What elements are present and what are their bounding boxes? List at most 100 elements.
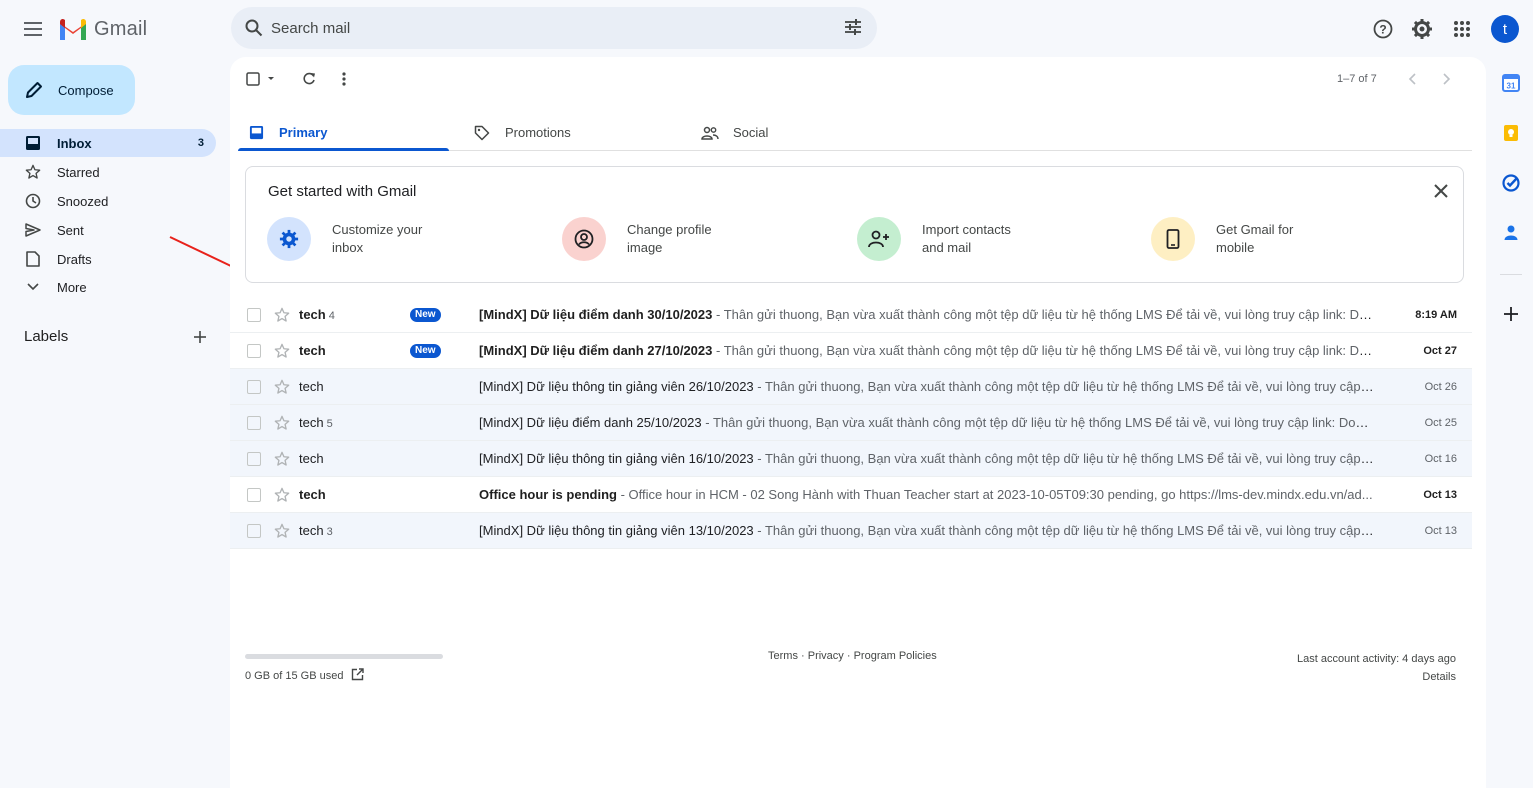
email-subject: [MindX] Dữ liệu điểm danh 27/10/2023 <box>479 343 713 358</box>
email-row[interactable]: tech 3 [MindX] Dữ liệu thông tin giảng viê… <box>230 513 1472 549</box>
sidebar-item-snoozed[interactable]: Snoozed <box>0 187 216 215</box>
pencil-icon <box>26 82 42 98</box>
card-title: Get started with Gmail <box>268 183 417 200</box>
get-started-import-contacts[interactable]: Import contacts and mail <box>857 217 1042 261</box>
sender-label: tech <box>299 343 326 358</box>
email-snippet: - Thân gửi thuong, Bạn vừa xuất thành cô… <box>712 343 1374 358</box>
settings-gear-icon[interactable] <box>1410 17 1434 41</box>
email-snippet: - Office hour in HCM - 02 Song Hành with… <box>616 487 1373 502</box>
select-all-checkbox[interactable] <box>246 71 280 87</box>
account-activity: Last account activity: 4 days ago Detail… <box>1297 650 1456 686</box>
get-started-change-profile-image[interactable]: Change profile image <box>562 217 747 261</box>
sidebar-item-inbox[interactable]: Inbox 3 <box>0 129 216 157</box>
calendar-icon[interactable]: 31 <box>1500 72 1522 94</box>
sender-label: tech <box>299 415 324 430</box>
email-date: Oct 26 <box>1424 380 1457 393</box>
email-date: Oct 27 <box>1423 344 1457 357</box>
program-policies-link[interactable]: Program Policies <box>854 650 937 662</box>
storage-text: 0 GB of 15 GB used <box>245 670 344 682</box>
privacy-link[interactable]: Privacy <box>808 650 844 662</box>
mail-panel: 1–7 of 7 Primary Promotions Social Get s… <box>230 57 1486 788</box>
email-row[interactable]: tech [MindX] Dữ liệu thông tin giảng viên… <box>230 441 1472 477</box>
tab-promotions[interactable]: Promotions <box>473 114 571 151</box>
compose-button[interactable]: Compose <box>8 65 135 115</box>
search-bar[interactable] <box>231 7 877 49</box>
gmail-m-icon <box>60 18 86 40</box>
keep-icon[interactable] <box>1500 122 1522 144</box>
get-started-gmail-mobile[interactable]: Get Gmail for mobile <box>1151 217 1336 261</box>
tasks-icon[interactable] <box>1500 172 1522 194</box>
sidebar-item-label: More <box>57 279 87 295</box>
email-date: 8:19 AM <box>1415 308 1457 321</box>
tab-label: Primary <box>279 125 328 140</box>
inbox-icon <box>24 134 42 152</box>
side-panel-divider <box>1500 274 1522 275</box>
sidebar-item-label: Drafts <box>57 251 92 267</box>
get-add-ons-icon[interactable] <box>1500 303 1522 325</box>
gmail-logo[interactable]: Gmail <box>58 16 147 42</box>
star-icon[interactable] <box>273 414 291 432</box>
star-icon[interactable] <box>273 450 291 468</box>
email-row[interactable]: tech 4 New [MindX] Dữ liệu điểm danh 30/10/… <box>230 297 1472 333</box>
last-activity-text: Last account activity: 4 days ago <box>1297 653 1456 665</box>
chevron-down-icon <box>24 278 42 296</box>
more-vert-icon[interactable] <box>336 70 352 88</box>
sender-name: tech 4 <box>299 307 335 322</box>
get-started-label: image <box>627 240 663 255</box>
email-row[interactable]: tech Office hour is pending - Office hour… <box>230 477 1472 513</box>
sidebar-item-starred[interactable]: Starred <box>0 158 216 186</box>
terms-link[interactable]: Terms <box>768 650 798 662</box>
help-icon[interactable]: ? <box>1371 17 1395 41</box>
apps-grid-icon[interactable] <box>1450 17 1474 41</box>
row-checkbox[interactable] <box>247 524 261 538</box>
search-input[interactable] <box>271 19 811 37</box>
email-row[interactable]: tech 5 [MindX] Dữ liệu điểm danh 25/10/202… <box>230 405 1472 441</box>
email-row[interactable]: tech [MindX] Dữ liệu thông tin giảng viên… <box>230 369 1472 405</box>
main-menu-button[interactable] <box>16 12 50 46</box>
search-options-icon[interactable] <box>843 17 863 42</box>
gear-icon <box>267 217 311 261</box>
prev-page-icon[interactable] <box>1404 71 1420 87</box>
contacts-icon[interactable] <box>1500 222 1522 244</box>
details-link[interactable]: Details <box>1297 668 1456 686</box>
row-checkbox[interactable] <box>247 380 261 394</box>
email-date: Oct 13 <box>1424 524 1457 537</box>
next-page-icon[interactable] <box>1439 71 1455 87</box>
svg-text:31: 31 <box>1507 82 1516 91</box>
sender-name: tech 3 <box>299 523 333 538</box>
get-started-customize-inbox[interactable]: Customize your inbox <box>267 217 452 261</box>
email-preview: [MindX] Dữ liệu điểm danh 25/10/2023 - T… <box>479 415 1374 430</box>
compose-label: Compose <box>58 82 114 98</box>
email-preview: [MindX] Dữ liệu thông tin giảng viên 13/… <box>479 523 1374 538</box>
labels-heading: Labels <box>24 328 69 345</box>
star-icon[interactable] <box>273 342 291 360</box>
row-checkbox[interactable] <box>247 344 261 358</box>
star-icon[interactable] <box>273 378 291 396</box>
row-checkbox[interactable] <box>247 416 261 430</box>
refresh-icon[interactable] <box>300 70 318 88</box>
separator: · <box>843 650 854 662</box>
app-name: Gmail <box>94 17 148 40</box>
tab-primary[interactable]: Primary <box>247 114 327 151</box>
open-in-new-icon[interactable] <box>351 668 365 684</box>
star-icon[interactable] <box>273 486 291 504</box>
get-started-label: mobile <box>1216 240 1255 255</box>
sender-name: tech 5 <box>299 415 333 430</box>
thread-count: 5 <box>326 418 333 430</box>
row-checkbox[interactable] <box>247 488 261 502</box>
star-icon[interactable] <box>273 522 291 540</box>
sidebar-item-label: Starred <box>57 164 100 180</box>
account-avatar[interactable]: t <box>1491 15 1519 43</box>
tab-social[interactable]: Social <box>701 114 768 151</box>
close-icon[interactable] <box>1432 182 1450 200</box>
add-label-icon[interactable] <box>190 327 210 347</box>
star-icon[interactable] <box>273 306 291 324</box>
get-started-label: inbox <box>332 240 364 255</box>
get-started-label: Customize your <box>332 222 423 237</box>
row-checkbox[interactable] <box>247 452 261 466</box>
email-row[interactable]: tech New [MindX] Dữ liệu điểm danh 27/10/2… <box>230 333 1472 369</box>
search-icon[interactable] <box>243 17 265 39</box>
email-subject: [MindX] Dữ liệu thông tin giảng viên 13/… <box>479 523 754 538</box>
inbox-icon <box>247 124 265 142</box>
row-checkbox[interactable] <box>247 308 261 322</box>
